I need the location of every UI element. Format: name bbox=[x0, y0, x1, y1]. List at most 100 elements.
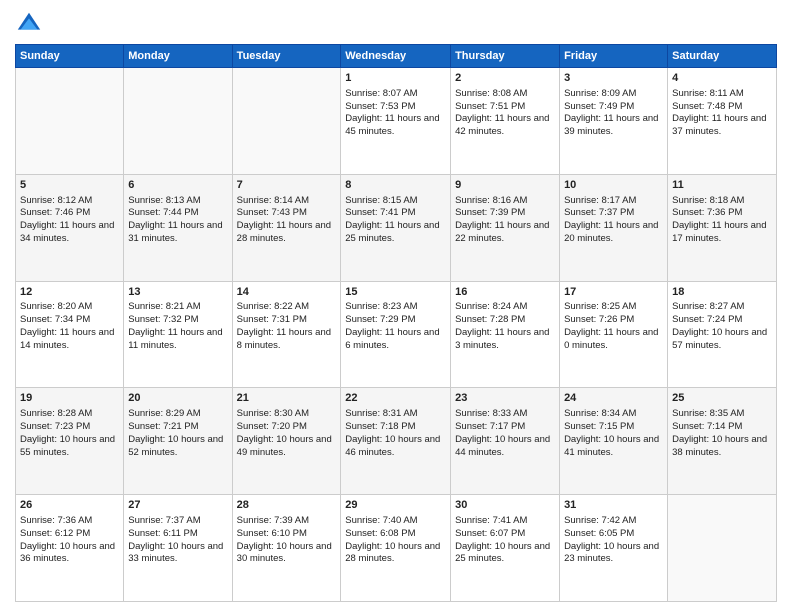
day-info: Sunset: 7:28 PM bbox=[455, 314, 555, 327]
day-number: 3 bbox=[564, 71, 663, 86]
day-number: 7 bbox=[237, 178, 337, 193]
day-number: 28 bbox=[237, 498, 337, 513]
day-number: 21 bbox=[237, 391, 337, 406]
calendar-cell: 23Sunrise: 8:33 AMSunset: 7:17 PMDayligh… bbox=[451, 388, 560, 495]
day-info: Daylight: 10 hours and 57 minutes. bbox=[672, 327, 772, 353]
day-info: Sunset: 7:51 PM bbox=[455, 101, 555, 114]
calendar-cell: 18Sunrise: 8:27 AMSunset: 7:24 PMDayligh… bbox=[668, 281, 777, 388]
day-info: Sunset: 7:34 PM bbox=[20, 314, 119, 327]
day-info: Sunrise: 8:08 AM bbox=[455, 88, 555, 101]
day-info: Sunrise: 8:12 AM bbox=[20, 195, 119, 208]
day-info: Sunrise: 8:09 AM bbox=[564, 88, 663, 101]
day-info: Daylight: 10 hours and 33 minutes. bbox=[128, 541, 227, 567]
weekday-header-friday: Friday bbox=[560, 45, 668, 68]
day-info: Daylight: 10 hours and 49 minutes. bbox=[237, 434, 337, 460]
day-number: 12 bbox=[20, 285, 119, 300]
calendar-cell: 12Sunrise: 8:20 AMSunset: 7:34 PMDayligh… bbox=[16, 281, 124, 388]
day-number: 24 bbox=[564, 391, 663, 406]
day-number: 27 bbox=[128, 498, 227, 513]
calendar-cell: 20Sunrise: 8:29 AMSunset: 7:21 PMDayligh… bbox=[124, 388, 232, 495]
day-info: Daylight: 10 hours and 41 minutes. bbox=[564, 434, 663, 460]
calendar-cell: 5Sunrise: 8:12 AMSunset: 7:46 PMDaylight… bbox=[16, 174, 124, 281]
day-info: Daylight: 10 hours and 46 minutes. bbox=[345, 434, 446, 460]
calendar-cell: 21 Sunrise: 8:30 AMSunset: 7:20 PMDayligh… bbox=[232, 388, 341, 495]
weekday-header-sunday: Sunday bbox=[16, 45, 124, 68]
day-info: Daylight: 11 hours and 3 minutes. bbox=[455, 327, 555, 353]
day-info: Sunrise: 7:41 AM bbox=[455, 515, 555, 528]
day-info: Sunrise: 8:27 AM bbox=[672, 301, 772, 314]
calendar-cell: 10Sunrise: 8:17 AMSunset: 7:37 PMDayligh… bbox=[560, 174, 668, 281]
day-number: 18 bbox=[672, 285, 772, 300]
day-info: Daylight: 10 hours and 44 minutes. bbox=[455, 434, 555, 460]
day-info: Daylight: 11 hours and 6 minutes. bbox=[345, 327, 446, 353]
day-info: Sunset: 7:32 PM bbox=[128, 314, 227, 327]
day-info: Sunrise: 8:30 AM bbox=[237, 408, 337, 421]
day-info: Daylight: 11 hours and 45 minutes. bbox=[345, 113, 446, 139]
day-info: Sunset: 7:20 PM bbox=[237, 421, 337, 434]
day-info: Sunrise: 7:40 AM bbox=[345, 515, 446, 528]
day-info: Sunrise: 7:36 AM bbox=[20, 515, 119, 528]
day-info: Daylight: 10 hours and 25 minutes. bbox=[455, 541, 555, 567]
day-info: Sunrise: 8:21 AM bbox=[128, 301, 227, 314]
logo bbox=[15, 10, 47, 38]
calendar-cell: 29Sunrise: 7:40 AMSunset: 6:08 PMDayligh… bbox=[341, 495, 451, 602]
calendar-cell: 9Sunrise: 8:16 AMSunset: 7:39 PMDaylight… bbox=[451, 174, 560, 281]
calendar-cell: 22Sunrise: 8:31 AMSunset: 7:18 PMDayligh… bbox=[341, 388, 451, 495]
calendar-cell: 17Sunrise: 8:25 AMSunset: 7:26 PMDayligh… bbox=[560, 281, 668, 388]
day-info: Sunrise: 8:17 AM bbox=[564, 195, 663, 208]
day-info: Daylight: 11 hours and 34 minutes. bbox=[20, 220, 119, 246]
day-info: Sunrise: 8:14 AM bbox=[237, 195, 337, 208]
day-info: Sunset: 7:24 PM bbox=[672, 314, 772, 327]
day-info: Sunset: 7:23 PM bbox=[20, 421, 119, 434]
calendar-cell: 6Sunrise: 8:13 AMSunset: 7:44 PMDaylight… bbox=[124, 174, 232, 281]
day-number: 22 bbox=[345, 391, 446, 406]
day-info: Daylight: 11 hours and 0 minutes. bbox=[564, 327, 663, 353]
day-info: Sunrise: 8:15 AM bbox=[345, 195, 446, 208]
calendar-cell: 1Sunrise: 8:07 AMSunset: 7:53 PMDaylight… bbox=[341, 68, 451, 175]
calendar-cell: 3Sunrise: 8:09 AMSunset: 7:49 PMDaylight… bbox=[560, 68, 668, 175]
day-info: Sunset: 7:21 PM bbox=[128, 421, 227, 434]
day-info: Sunset: 7:39 PM bbox=[455, 207, 555, 220]
day-info: Sunset: 7:31 PM bbox=[237, 314, 337, 327]
day-info: Sunset: 6:07 PM bbox=[455, 528, 555, 541]
day-info: Sunset: 7:44 PM bbox=[128, 207, 227, 220]
day-info: Sunset: 7:43 PM bbox=[237, 207, 337, 220]
day-info: Sunrise: 8:31 AM bbox=[345, 408, 446, 421]
calendar-cell: 13Sunrise: 8:21 AMSunset: 7:32 PMDayligh… bbox=[124, 281, 232, 388]
day-info: Daylight: 11 hours and 14 minutes. bbox=[20, 327, 119, 353]
calendar-week-1: 1Sunrise: 8:07 AMSunset: 7:53 PMDaylight… bbox=[16, 68, 777, 175]
day-number: 4 bbox=[672, 71, 772, 86]
calendar-cell bbox=[124, 68, 232, 175]
day-info: Sunset: 7:14 PM bbox=[672, 421, 772, 434]
day-info: Sunrise: 8:22 AM bbox=[237, 301, 337, 314]
calendar-cell: 27Sunrise: 7:37 AMSunset: 6:11 PMDayligh… bbox=[124, 495, 232, 602]
weekday-header-tuesday: Tuesday bbox=[232, 45, 341, 68]
day-info: Sunset: 7:17 PM bbox=[455, 421, 555, 434]
day-number: 8 bbox=[345, 178, 446, 193]
weekday-header-thursday: Thursday bbox=[451, 45, 560, 68]
day-info: Daylight: 11 hours and 39 minutes. bbox=[564, 113, 663, 139]
day-info: Daylight: 10 hours and 30 minutes. bbox=[237, 541, 337, 567]
calendar-cell bbox=[232, 68, 341, 175]
day-info: Sunset: 7:29 PM bbox=[345, 314, 446, 327]
header bbox=[15, 10, 777, 38]
day-info: Sunrise: 8:23 AM bbox=[345, 301, 446, 314]
day-info: Sunrise: 8:07 AM bbox=[345, 88, 446, 101]
day-info: Sunrise: 8:13 AM bbox=[128, 195, 227, 208]
day-number: 1 bbox=[345, 71, 446, 86]
day-number: 2 bbox=[455, 71, 555, 86]
day-info: Sunrise: 8:34 AM bbox=[564, 408, 663, 421]
day-info: Sunset: 6:08 PM bbox=[345, 528, 446, 541]
day-number: 23 bbox=[455, 391, 555, 406]
day-info: Sunrise: 8:29 AM bbox=[128, 408, 227, 421]
calendar-week-2: 5Sunrise: 8:12 AMSunset: 7:46 PMDaylight… bbox=[16, 174, 777, 281]
day-info: Sunrise: 7:37 AM bbox=[128, 515, 227, 528]
calendar-cell: 15Sunrise: 8:23 AMSunset: 7:29 PMDayligh… bbox=[341, 281, 451, 388]
day-number: 5 bbox=[20, 178, 119, 193]
day-number: 13 bbox=[128, 285, 227, 300]
day-info: Sunset: 7:41 PM bbox=[345, 207, 446, 220]
day-info: Daylight: 10 hours and 52 minutes. bbox=[128, 434, 227, 460]
calendar-cell: 16Sunrise: 8:24 AMSunset: 7:28 PMDayligh… bbox=[451, 281, 560, 388]
day-info: Sunrise: 8:35 AM bbox=[672, 408, 772, 421]
day-info: Daylight: 11 hours and 42 minutes. bbox=[455, 113, 555, 139]
